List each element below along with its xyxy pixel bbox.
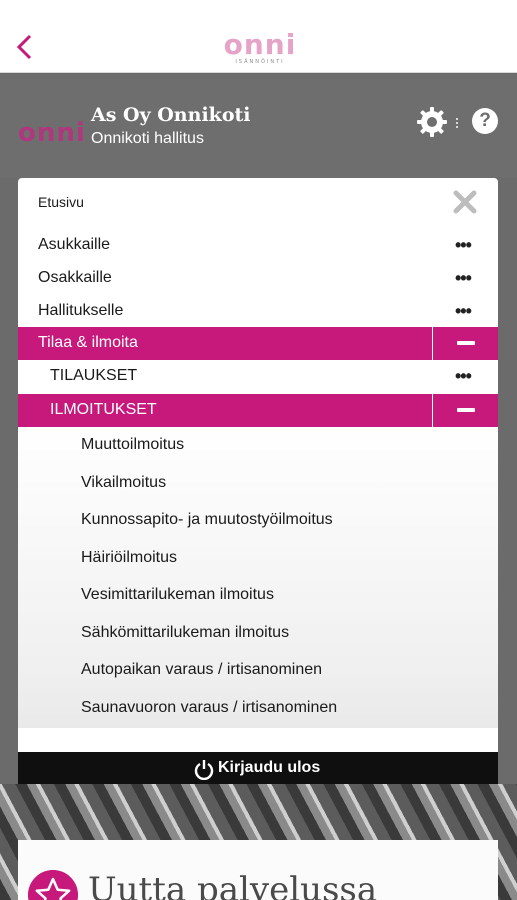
association-role: Onnikoti hallitus [91,130,204,147]
menu-item-label: Hallitukselle [38,302,124,319]
star-icon [28,870,78,900]
link-hairioilmoitus[interactable]: Häiriöilmoitus [81,549,177,567]
menu-item-tilaa-ilmoita[interactable]: Tilaa & ilmoita [18,327,498,360]
back-arrow-icon[interactable] [10,30,38,62]
header-logo: onni [18,118,86,148]
link-kunnossapito-ilmoitus[interactable]: Kunnossapito- ja muutostyöilmoitus [81,511,333,529]
association-name: As Oy Onnikoti [91,104,251,126]
link-sahkomittarilukema[interactable]: Sähkömittarilukeman ilmoitus [81,624,289,642]
submenu-ilmoitukset[interactable]: ILMOITUKSET [18,394,498,427]
more-icon[interactable]: ••• [455,366,472,387]
link-autopaikka[interactable]: Autopaikan varaus / irtisanominen [81,661,322,679]
more-icon[interactable]: ••• [455,268,472,289]
menu-item-label: Osakkaille [38,269,112,286]
submenu-tilaukset[interactable]: TILAUKSET ••• [18,360,498,393]
onni-logo: onni ISÄNNÖINTI [218,28,302,68]
submenu-label: ILMOITUKSET [50,401,157,418]
top-bar: onni ISÄNNÖINTI [0,0,517,73]
submenu-background [18,423,498,728]
power-icon [194,760,214,780]
menu-item-osakkaille[interactable]: Osakkaille ••• [18,262,498,295]
menu-item-asukkaille[interactable]: Asukkaille ••• [18,229,498,262]
menu-item-label: Tilaa & ilmoita [38,334,138,351]
logout-button[interactable]: Kirjaudu ulos [18,752,498,784]
gear-icon[interactable] [416,106,448,138]
logo-text: onni [223,28,297,61]
more-icon[interactable]: ••• [455,235,472,256]
header-divider [456,118,458,128]
logout-label: Kirjaudu ulos [218,759,321,776]
association-header: onni As Oy Onnikoti Onnikoti hallitus ? [0,74,517,178]
more-icon[interactable]: ••• [455,301,472,322]
link-vikailmoitus[interactable]: Vikailmoitus [81,474,166,492]
submenu-label: TILAUKSET [50,367,138,384]
menu-item-etusivu[interactable]: Etusivu [18,187,498,220]
link-muuttoilmoitus[interactable]: Muuttoilmoitus [81,436,184,454]
link-saunavuoro[interactable]: Saunavuoron varaus / irtisanominen [81,699,337,717]
news-card-title: Uutta palvelussa [88,870,378,900]
collapse-icon[interactable] [432,327,498,360]
close-icon[interactable] [453,190,477,214]
link-vesimittarilukema[interactable]: Vesimittarilukeman ilmoitus [81,586,274,604]
menu-item-label: Asukkaille [38,236,111,253]
navigation-menu: Etusivu Asukkaille ••• Osakkaille ••• Ha… [18,178,498,752]
menu-item-hallitukselle[interactable]: Hallitukselle ••• [18,295,498,328]
help-icon[interactable]: ? [472,108,498,134]
collapse-icon[interactable] [432,394,498,427]
menu-item-label: Etusivu [38,194,84,210]
news-card[interactable]: Uutta palvelussa [18,840,498,900]
